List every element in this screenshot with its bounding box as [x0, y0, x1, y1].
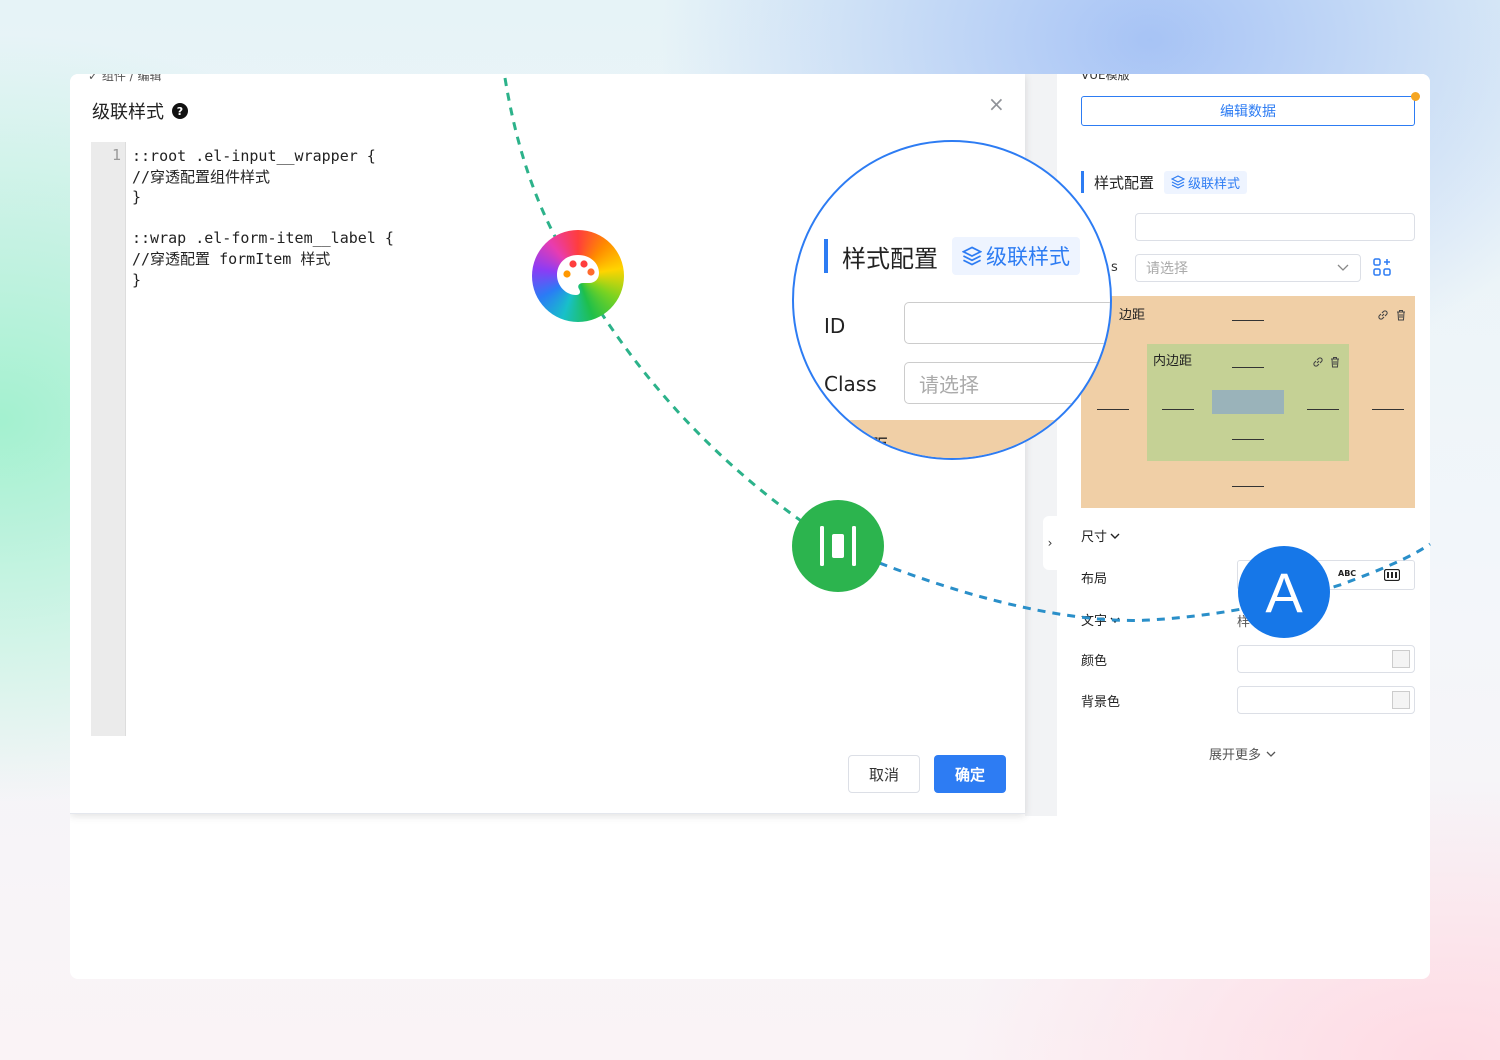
decorative-dashed-path: [503, 77, 1431, 622]
zoomed-class-select: 请选择: [904, 362, 1110, 404]
zoomed-cascade-tag: 级联样式: [952, 237, 1080, 275]
zoomed-class-label: Class: [824, 372, 877, 396]
palette-icon: [557, 255, 599, 295]
layers-icon: [962, 246, 982, 266]
align-center-icon: [820, 526, 856, 566]
zoomed-section-title: 样式配置 级联样式: [824, 237, 1080, 275]
zoomed-style-config-title: 样式配置: [842, 244, 938, 273]
zoomed-margin-box: [794, 420, 1110, 458]
zoomed-class-placeholder: 请选择: [919, 372, 979, 397]
text-badge: A: [1238, 546, 1330, 638]
zoomed-id-label: ID: [824, 314, 846, 338]
zoomed-cascade-tag-label: 级联样式: [986, 245, 1070, 269]
zoomed-id-input: [904, 302, 1110, 344]
align-badge: [792, 500, 884, 592]
palette-badge: [532, 230, 624, 322]
zoomed-margin-label: 距: [870, 436, 888, 457]
magnifier-zoom: 样式配置 级联样式 ID Class 请选择 距: [792, 140, 1112, 460]
